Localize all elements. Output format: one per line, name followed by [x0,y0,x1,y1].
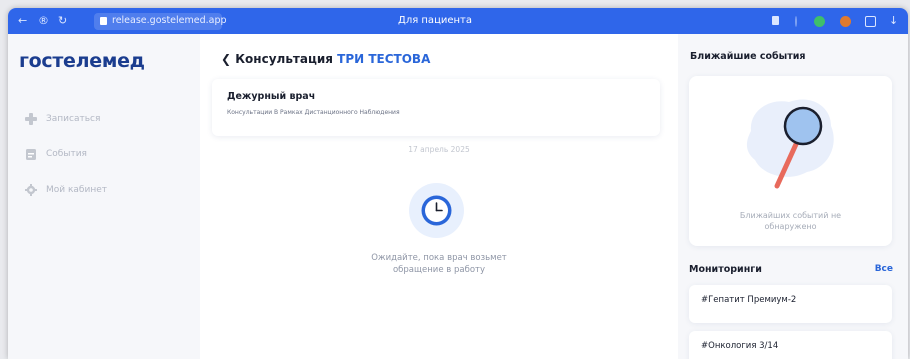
events-card: Ближайших событий не обнаружено [689,76,892,246]
doctor-subtitle: Консультации В Рамках Дистанционного Наб… [227,109,400,116]
right-panel: Ближайшие события Ближайших событий не о… [678,34,908,359]
gear-icon [25,184,37,196]
monitoring-item[interactable]: #Гепатит Премиум-2 [689,285,892,323]
tab-title: Для пациента [398,15,473,26]
forward-arrow-icon[interactable]: ® [38,13,49,29]
monitoring-item[interactable]: #Онкология 3/14 [689,331,892,359]
monitoring-item-label: #Онкология 3/14 [701,341,779,351]
waiting-line-1: Ожидайте, пока врач возьмет [371,253,507,263]
events-empty-message: Ближайших событий не обнаружено [689,210,892,232]
bookmark-icon[interactable] [772,16,779,25]
monitorings-title: Мониторинги [689,264,762,275]
divider-icon [795,16,797,27]
app-window: ← ® ↻ release.gostelemed.app Для пациент… [8,8,908,359]
back-link[interactable]: ❮ Консультация ТРИ ТЕСТОВА [221,52,430,66]
status-badge [409,183,464,238]
extension-check-icon[interactable] [814,16,825,27]
extensions-icon[interactable] [865,16,876,27]
sidebar-item-cabinet[interactable]: Мой кабинет [25,182,107,198]
chevron-left-icon: ❮ [221,52,232,66]
events-empty-line-2: обнаружено [764,222,817,231]
waiting-message: Ожидайте, пока врач возьмет обращение в … [200,252,678,276]
doctor-card[interactable]: Дежурный врач Консультации В Рамках Дист… [212,79,660,136]
doctor-title: Дежурный врач [227,91,316,102]
clock-icon [421,195,452,226]
waiting-line-2: обращение в работу [392,265,486,275]
sidebar-item-label: События [46,149,87,159]
events-empty-line-1: Ближайших событий не [739,211,842,220]
consultation-date: 17 апрель 2025 [408,145,470,154]
browser-toolbar: ← ® ↻ release.gostelemed.app Для пациент… [8,8,908,34]
back-label: Консультация [235,52,333,66]
extension-avatar-icon[interactable] [840,16,851,27]
events-title: Ближайшие события [690,51,806,62]
sidebar-item-events[interactable]: События [25,146,87,162]
consultation-panel: ❮ Консультация ТРИ ТЕСТОВА Дежурный врач… [200,34,678,359]
reload-icon[interactable]: ↻ [58,13,67,29]
url-text[interactable]: release.gostelemed.app [112,14,227,28]
plus-icon [25,113,37,125]
sidebar-item-book[interactable]: Записаться [25,111,100,127]
logo[interactable]: гостелемед [19,50,145,72]
sidebar-item-label: Мой кабинет [46,185,107,195]
sidebar-item-label: Записаться [46,114,101,124]
magnifier-icon [746,99,834,189]
back-arrow-icon[interactable]: ← [18,13,27,29]
download-icon[interactable]: ↓ [889,13,898,29]
sidebar: гостелемед Записаться События Мой кабине… [8,34,186,359]
calendar-icon [26,149,36,160]
monitorings-all-link[interactable]: Все [875,264,893,274]
monitoring-item-label: #Гепатит Премиум-2 [701,295,797,305]
lock-icon [100,17,107,25]
patient-name: ТРИ ТЕСТОВА [337,52,431,66]
